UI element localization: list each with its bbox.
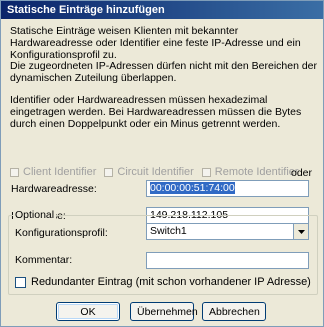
optional-group-legend: Optional: [13, 209, 57, 221]
comment-label: Kommentar:: [15, 254, 73, 266]
description-paragraph-2: Die zugeordneten IP-Adressen dürfen nich…: [10, 60, 318, 84]
oder-label: oder: [291, 167, 313, 179]
window-title: Statische Einträge hinzufügen: [1, 1, 323, 19]
profile-label: Konfigurationsprofil:: [15, 227, 108, 239]
checkbox-box: [10, 167, 19, 177]
checkbox-box: [104, 167, 114, 177]
checkbox-box: [201, 167, 211, 177]
circuit-identifier-label: Circuit Identifier: [117, 166, 194, 178]
dialog-window: Statische Einträge hinzufügen Statische …: [0, 0, 324, 327]
hardware-address-input[interactable]: 00:00:00:51:74:00: [146, 180, 309, 197]
redundant-entry-label: Redundanter Eintrag (mit schon vorhanden…: [31, 276, 311, 288]
ok-button[interactable]: OK: [56, 302, 120, 321]
apply-button[interactable]: Übernehmen: [130, 302, 198, 321]
client-identifier-label: Client Identifier: [23, 166, 97, 178]
profile-select-value: Switch1: [150, 225, 187, 237]
description-paragraph-1: Statische Einträge weisen Klienten mit b…: [10, 25, 301, 61]
remote-identifier-checkbox[interactable]: Remote Identifier: [201, 166, 299, 178]
description-paragraph-3: Identifier oder Hardwareadressen müssen …: [10, 94, 302, 130]
chevron-down-icon[interactable]: [293, 224, 308, 239]
checkbox-box: [15, 276, 26, 288]
identifier-options: Client Identifier Circuit Identifier Rem…: [10, 165, 320, 179]
hardware-address-value: 00:00:00:51:74:00: [150, 182, 235, 194]
client-identifier-checkbox[interactable]: Client Identifier: [10, 166, 96, 178]
cancel-button[interactable]: Abbrechen: [202, 302, 266, 321]
circuit-identifier-checkbox[interactable]: Circuit Identifier: [104, 166, 194, 178]
profile-select[interactable]: Switch1: [146, 223, 309, 240]
hardware-address-label: Hardwareadresse:: [11, 183, 97, 195]
comment-input[interactable]: [146, 252, 309, 269]
remote-identifier-label: Remote Identifier: [214, 166, 299, 178]
redundant-entry-checkbox[interactable]: Redundanter Eintrag (mit schon vorhanden…: [15, 276, 311, 288]
